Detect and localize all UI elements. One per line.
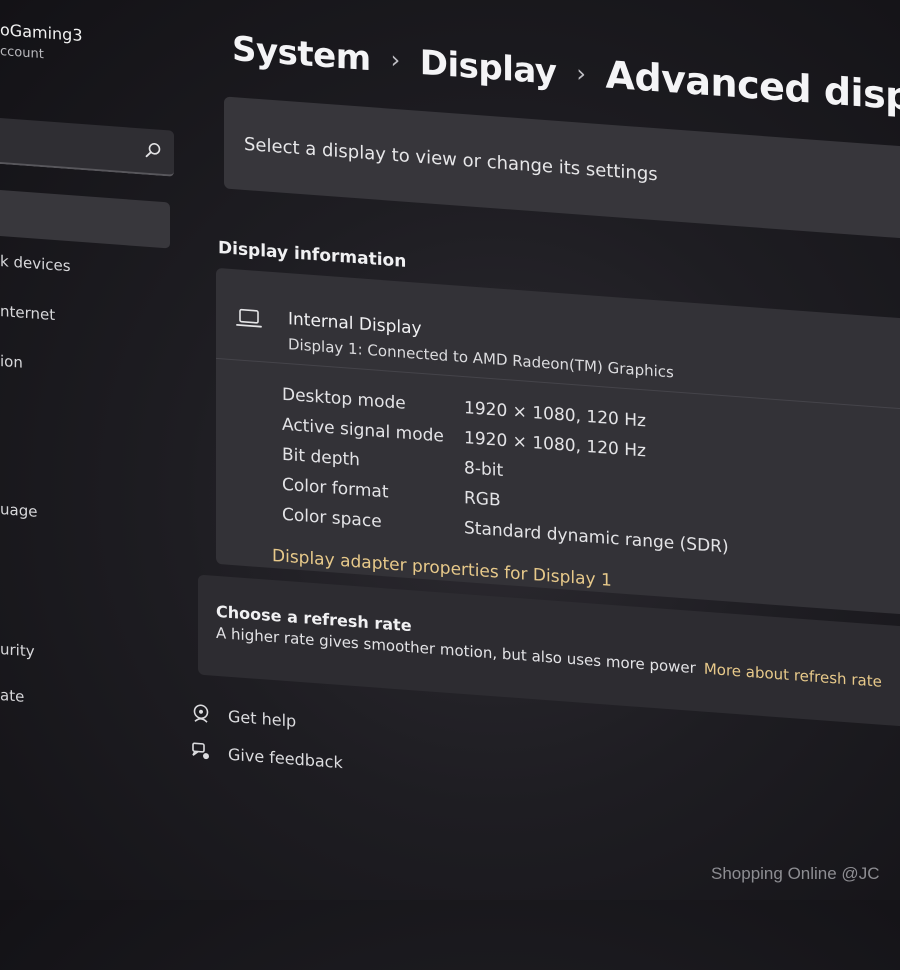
get-help-label: Get help	[228, 706, 297, 731]
breadcrumb-display[interactable]: Display	[420, 43, 557, 93]
breadcrumb-separator: ›	[576, 59, 586, 88]
sidebar: oGaming3 ccount k devices nternet ion ua…	[0, 0, 190, 914]
property-label: Color format	[282, 474, 389, 503]
refresh-rate-description-text: A higher rate gives smoother motion, but…	[216, 623, 696, 678]
display-name: Internal Display	[288, 309, 422, 339]
settings-window: oGaming3 ccount k devices nternet ion ua…	[0, 0, 900, 966]
sidebar-item-language[interactable]: uage	[0, 500, 37, 521]
account-name: oGaming3	[0, 20, 83, 46]
help-icon	[190, 702, 212, 726]
page-title: Advanced displa	[605, 52, 900, 122]
sidebar-item-personalization[interactable]: ion	[0, 352, 23, 372]
property-value: RGB	[464, 488, 501, 511]
sidebar-item-update[interactable]: ate	[0, 686, 24, 706]
more-about-refresh-rate-link[interactable]: More about refresh rate	[704, 660, 882, 691]
property-label: Active signal mode	[282, 414, 444, 447]
select-display-label: Select a display to view or change its s…	[244, 133, 658, 186]
property-value: 1920 × 1080, 120 Hz	[464, 398, 646, 432]
sidebar-item-devices[interactable]: k devices	[0, 252, 71, 275]
feedback-icon	[190, 740, 212, 764]
breadcrumb-system[interactable]: System	[232, 29, 371, 79]
laptop-icon	[236, 307, 262, 329]
search-icon[interactable]	[144, 141, 162, 160]
display-connection: Display 1: Connected to AMD Radeon(TM) G…	[288, 335, 674, 382]
select-display-card[interactable]: Select a display to view or change its s…	[224, 96, 900, 240]
property-label: Desktop mode	[282, 384, 406, 414]
property-value: 1920 × 1080, 120 Hz	[464, 428, 646, 462]
give-feedback-label: Give feedback	[228, 744, 343, 773]
property-value: 8-bit	[464, 458, 504, 481]
breadcrumb-separator: ›	[390, 45, 400, 75]
sidebar-item-network[interactable]: nternet	[0, 302, 55, 324]
section-title-display-information: Display information	[218, 238, 407, 272]
property-value: Standard dynamic range (SDR)	[464, 518, 729, 558]
display-information-card: Internal Display Display 1: Connected to…	[216, 267, 900, 617]
account-subtitle: ccount	[0, 44, 44, 63]
sidebar-item-security[interactable]: urity	[0, 640, 35, 661]
refresh-rate-description: A higher rate gives smoother motion, but…	[216, 624, 882, 691]
property-label: Color space	[282, 504, 382, 533]
search-input[interactable]	[0, 117, 174, 177]
property-label: Bit depth	[282, 444, 360, 471]
watermark: Shopping Online @JC	[711, 864, 880, 883]
sidebar-item-selected[interactable]	[0, 189, 170, 249]
